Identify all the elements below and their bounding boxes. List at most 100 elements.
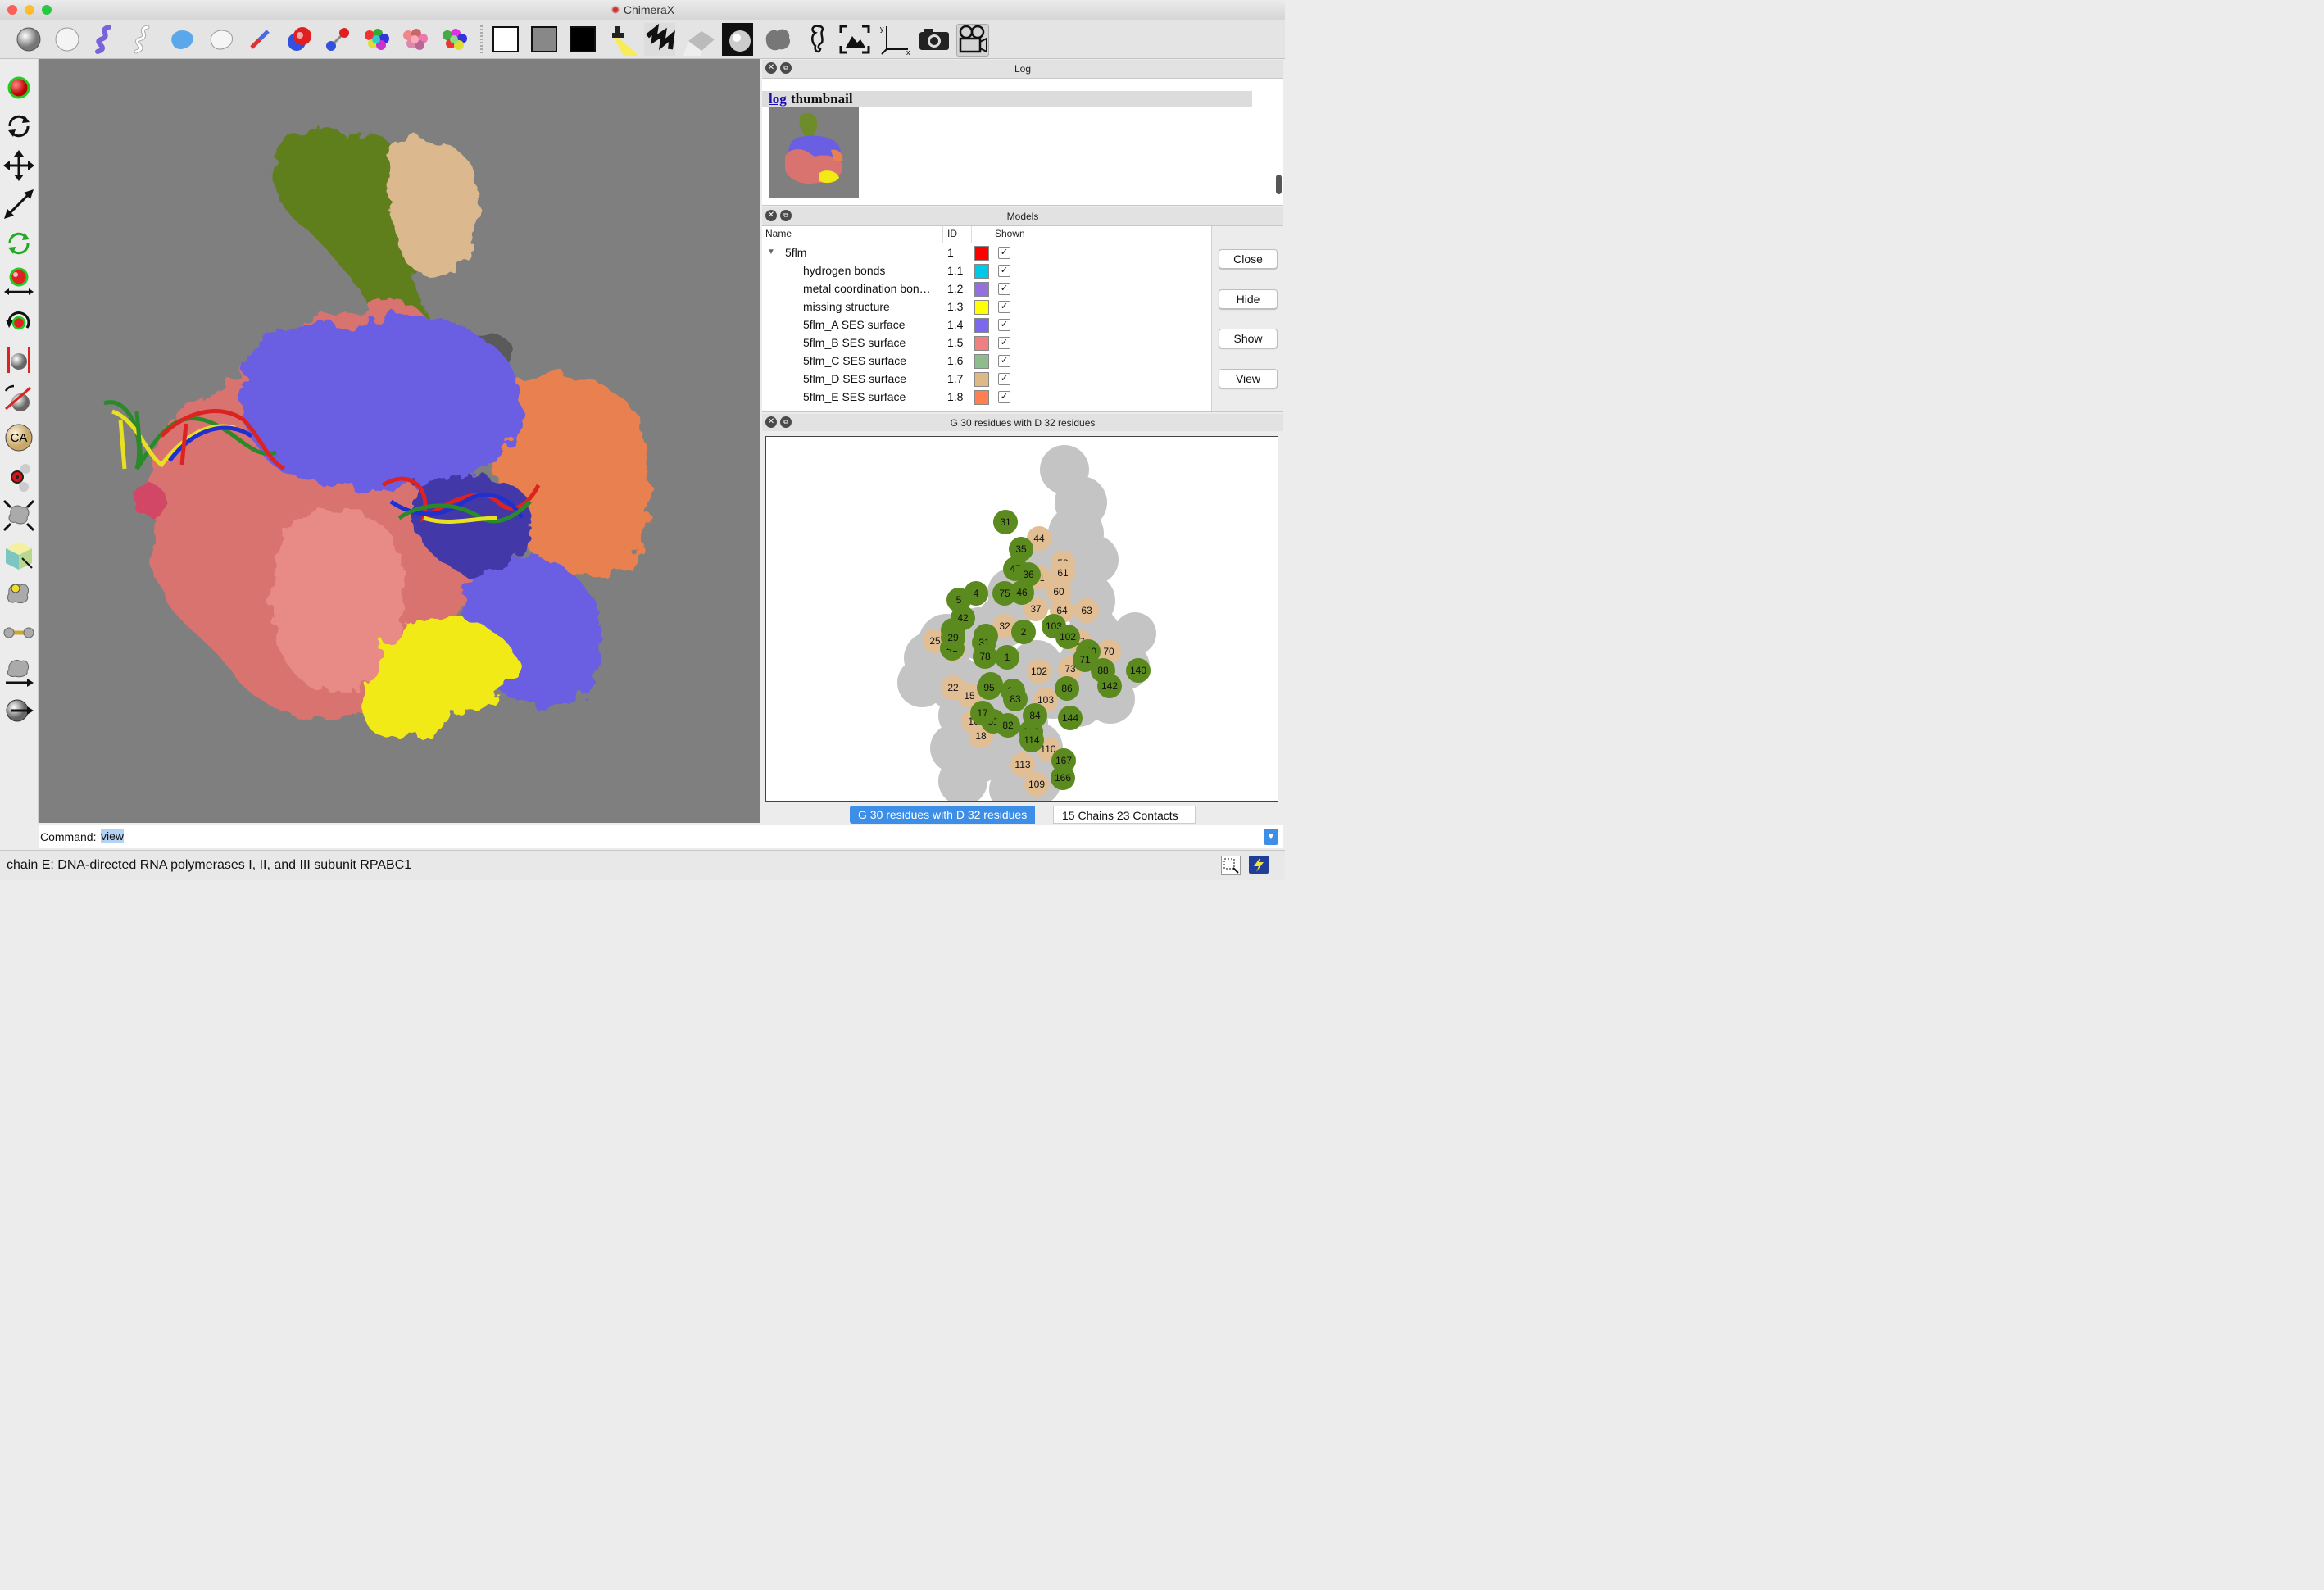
full-lighting-icon[interactable] bbox=[683, 24, 715, 56]
residue-g-node[interactable]: 95 bbox=[977, 675, 1001, 700]
residue-g-node[interactable]: 142 bbox=[1097, 674, 1122, 698]
model-row[interactable]: hydrogen bonds 1.1 ✓ bbox=[762, 261, 1211, 279]
view-all-icon[interactable] bbox=[839, 24, 870, 55]
pick-blob-icon[interactable] bbox=[2, 461, 35, 493]
rotate-select-mode-icon[interactable] bbox=[2, 227, 35, 260]
crop-box-icon[interactable] bbox=[2, 538, 35, 571]
model-color-swatch[interactable] bbox=[974, 318, 989, 333]
residue-g-node[interactable]: 17 bbox=[970, 701, 995, 725]
command-history-dropdown[interactable]: ▼ bbox=[1264, 829, 1278, 845]
column-header-shown[interactable]: Shown bbox=[995, 228, 1025, 239]
log-panel[interactable]: log thumbnail bbox=[762, 79, 1283, 206]
cartoon-ribbon-icon[interactable] bbox=[89, 24, 120, 55]
bond-rotate-icon[interactable] bbox=[2, 616, 35, 649]
gray-background-icon[interactable] bbox=[529, 24, 560, 55]
seahorse-icon[interactable] bbox=[801, 24, 832, 55]
flat-lighting-icon[interactable] bbox=[722, 23, 753, 56]
graphics-rate-icon[interactable] bbox=[1249, 856, 1269, 874]
residue-d-node[interactable]: 109 bbox=[1024, 772, 1049, 797]
residue-g-node[interactable]: 82 bbox=[996, 713, 1020, 738]
distance-mode-icon[interactable] bbox=[2, 266, 35, 298]
black-background-icon[interactable] bbox=[567, 24, 598, 55]
movie-camera-icon[interactable] bbox=[956, 24, 989, 57]
log-scrollbar[interactable] bbox=[1276, 175, 1282, 194]
ca-label-icon[interactable]: CA bbox=[2, 421, 35, 454]
residue-g-node[interactable]: 1 bbox=[995, 645, 1019, 670]
residue-g-node[interactable]: 83 bbox=[1003, 687, 1028, 711]
ball-icon[interactable] bbox=[13, 24, 44, 55]
camera-icon[interactable] bbox=[918, 24, 949, 55]
model-shown-checkbox[interactable]: ✓ bbox=[998, 319, 1010, 331]
log-thumbnail-image[interactable] bbox=[769, 107, 859, 198]
clip-mode-icon[interactable] bbox=[2, 343, 35, 376]
tab-residue-contacts[interactable]: G 30 residues with D 32 residues bbox=[850, 806, 1036, 824]
expand-triangle-icon[interactable]: ▼ bbox=[767, 248, 775, 257]
translate-mode-icon[interactable] bbox=[2, 149, 35, 182]
select-region-icon[interactable] bbox=[1221, 856, 1241, 875]
select-mode-icon[interactable] bbox=[2, 71, 35, 104]
model-shown-checkbox[interactable]: ✓ bbox=[998, 373, 1010, 385]
model-color-swatch[interactable] bbox=[974, 372, 989, 387]
tug-icon[interactable] bbox=[2, 655, 35, 688]
residue-g-node[interactable]: 144 bbox=[1058, 706, 1083, 730]
close-button[interactable]: Close bbox=[1219, 249, 1278, 269]
column-header-name[interactable]: Name bbox=[765, 228, 792, 239]
residue-g-node[interactable]: 114 bbox=[1019, 728, 1044, 752]
model-row[interactable]: 5flm_B SES surface 1.5 ✓ bbox=[762, 334, 1211, 352]
model-shown-checkbox[interactable]: ✓ bbox=[998, 247, 1010, 259]
residue-g-node[interactable]: 86 bbox=[1055, 676, 1079, 701]
residue-d-node[interactable]: 102 bbox=[1027, 659, 1051, 684]
blob-surface-icon[interactable] bbox=[166, 24, 197, 55]
model-color-swatch[interactable] bbox=[974, 390, 989, 405]
residue-g-node[interactable]: 31 bbox=[993, 510, 1018, 534]
model-color-swatch[interactable] bbox=[974, 282, 989, 297]
residue-g-node[interactable]: 2 bbox=[1011, 620, 1036, 644]
model-shown-checkbox[interactable]: ✓ bbox=[998, 337, 1010, 349]
rotate-mode-icon[interactable] bbox=[2, 110, 35, 143]
column-header-id[interactable]: ID bbox=[947, 228, 957, 239]
model-row[interactable]: missing structure 1.3 ✓ bbox=[762, 298, 1211, 316]
residue-g-node[interactable]: 140 bbox=[1126, 658, 1151, 683]
model-color-swatch[interactable] bbox=[974, 300, 989, 315]
move-picked-icon[interactable] bbox=[2, 499, 35, 532]
model-row[interactable]: ▼ 5flm 1 ✓ bbox=[762, 243, 1211, 261]
view-button[interactable]: View bbox=[1219, 369, 1278, 388]
surface-outline-icon[interactable] bbox=[206, 24, 237, 55]
label-atom-icon[interactable] bbox=[2, 383, 35, 416]
sphere-outline-icon[interactable] bbox=[52, 24, 83, 55]
model-row[interactable]: 5flm_A SES surface 1.4 ✓ bbox=[762, 316, 1211, 334]
model-color-swatch[interactable] bbox=[974, 264, 989, 279]
residue-g-node[interactable]: 29 bbox=[941, 625, 965, 650]
contact-plot[interactable]: 4458614160376463322526737010267221510316… bbox=[765, 436, 1278, 802]
model-shown-checkbox[interactable]: ✓ bbox=[998, 355, 1010, 367]
white-background-icon[interactable] bbox=[490, 24, 521, 55]
model-row[interactable]: 5flm_E SES surface 1.8 ✓ bbox=[762, 388, 1211, 406]
zoom-mode-icon[interactable] bbox=[2, 188, 35, 220]
residue-g-node[interactable]: 46 bbox=[1010, 580, 1034, 605]
place-marker-icon[interactable] bbox=[2, 577, 35, 610]
model-row[interactable]: 5flm_D SES surface 1.7 ✓ bbox=[762, 370, 1211, 388]
residue-d-node[interactable]: 63 bbox=[1074, 598, 1099, 623]
model-color-swatch[interactable] bbox=[974, 246, 989, 261]
ribbon-outline-icon[interactable] bbox=[127, 24, 158, 55]
tab-chain-contacts[interactable]: 15 Chains 23 Contacts bbox=[1053, 806, 1196, 824]
stick-icon[interactable] bbox=[244, 24, 275, 55]
model-row[interactable]: metal coordination bon… 1.2 ✓ bbox=[762, 279, 1211, 298]
model-row[interactable]: 5flm_C SES surface 1.6 ✓ bbox=[762, 352, 1211, 370]
soft-lighting-icon[interactable] bbox=[644, 23, 675, 56]
play-coords-icon[interactable] bbox=[2, 694, 35, 727]
residue-g-node[interactable]: 102 bbox=[1055, 625, 1080, 649]
axes-icon[interactable]: yx bbox=[878, 24, 910, 56]
hide-button[interactable]: Hide bbox=[1219, 289, 1278, 309]
command-input[interactable]: view bbox=[101, 829, 125, 843]
simple-lighting-icon[interactable] bbox=[606, 24, 637, 56]
atom-sphere-icon[interactable] bbox=[284, 24, 315, 55]
show-button[interactable]: Show bbox=[1219, 329, 1278, 348]
residue-g-node[interactable]: 78 bbox=[973, 644, 997, 669]
model-shown-checkbox[interactable]: ✓ bbox=[998, 283, 1010, 295]
residue-g-node[interactable]: 166 bbox=[1051, 765, 1075, 790]
log-link[interactable]: log bbox=[769, 91, 787, 107]
model-color-swatch[interactable] bbox=[974, 354, 989, 369]
color-polymers-icon[interactable] bbox=[439, 24, 470, 55]
graphics-viewer[interactable] bbox=[39, 59, 760, 823]
